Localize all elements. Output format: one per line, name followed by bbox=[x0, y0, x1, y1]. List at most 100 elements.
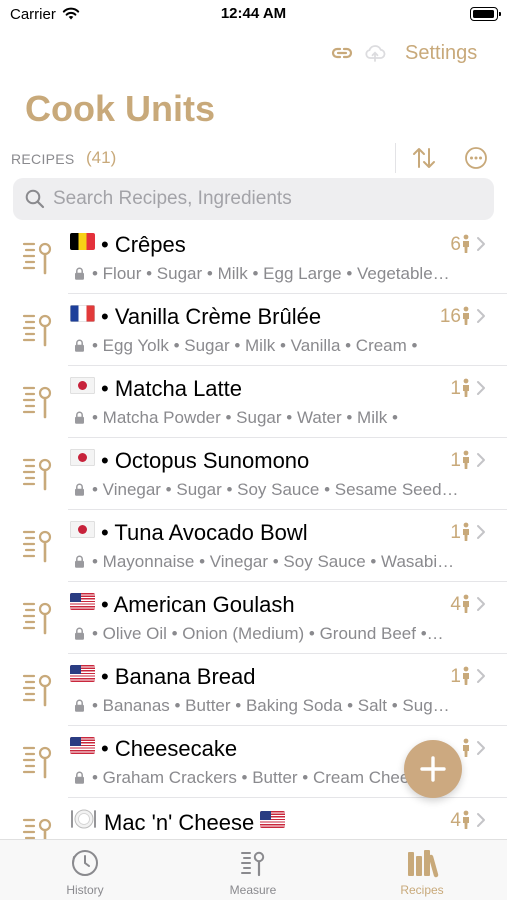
person-icon bbox=[463, 378, 469, 397]
clock-icon bbox=[72, 850, 98, 876]
recipe-ingredients: • Flour • Sugar • Milk • Egg Large • Veg… bbox=[74, 264, 486, 284]
lock-icon bbox=[75, 339, 84, 352]
lock-icon bbox=[75, 771, 84, 784]
recipe-row[interactable]: • Matcha Latte • Matcha Powder • Sugar • … bbox=[0, 366, 507, 438]
plus-icon bbox=[420, 756, 446, 782]
recipe-row[interactable]: • Vanilla Crème Brûlée • Egg Yolk • Sugar… bbox=[0, 294, 507, 366]
recipes-section-header: RECIPES (41) bbox=[0, 143, 507, 173]
status-bar: Carrier 12:44 AM bbox=[0, 0, 507, 30]
tab-measure[interactable]: Measure bbox=[193, 848, 313, 897]
recipe-row[interactable]: • American Goulash • Olive Oil • Onion (M… bbox=[0, 582, 507, 654]
recipe-ingredients-text: • Mayonnaise • Vinegar • Soy Sauce • Was… bbox=[92, 552, 455, 571]
recipe-title: • Matcha Latte bbox=[70, 376, 242, 402]
measure-icon bbox=[22, 314, 52, 347]
person-icon bbox=[463, 306, 469, 325]
servings-count: 1 bbox=[450, 522, 461, 543]
settings-button[interactable]: Settings bbox=[405, 42, 477, 65]
person-icon bbox=[463, 234, 469, 253]
recipe-title: • Banana Bread bbox=[70, 664, 255, 690]
servings-count: 1 bbox=[450, 378, 461, 399]
chevron-right-icon bbox=[477, 453, 485, 467]
recipe-ingredients-text: • Bananas • Butter • Baking Soda • Salt … bbox=[92, 696, 450, 715]
tab-recipes[interactable]: Recipes bbox=[362, 848, 482, 897]
recipe-ingredients: • Matcha Powder • Sugar • Water • Milk • bbox=[74, 408, 486, 428]
recipe-ingredients: • Mayonnaise • Vinegar • Soy Sauce • Was… bbox=[74, 552, 486, 572]
more-options-icon[interactable] bbox=[463, 145, 489, 171]
person-icon bbox=[463, 522, 469, 541]
flag-jp-icon bbox=[70, 521, 95, 538]
recipe-title: • Crêpes bbox=[70, 232, 186, 258]
recipe-ingredients: • Olive Oil • Onion (Medium) • Ground Be… bbox=[74, 624, 486, 644]
chevron-right-icon bbox=[477, 525, 485, 539]
flag-us-icon bbox=[70, 737, 95, 754]
recipe-title-text: • Crêpes bbox=[101, 232, 186, 257]
flag-jp-icon bbox=[70, 449, 95, 466]
person-icon bbox=[463, 450, 469, 469]
tab-history-label: History bbox=[66, 883, 104, 897]
recipe-row[interactable]: • Tuna Avocado Bowl • Mayonnaise • Vinega… bbox=[0, 510, 507, 582]
recipes-count: (41) bbox=[86, 148, 117, 167]
person-icon bbox=[463, 810, 469, 829]
recipe-row[interactable]: • Octopus Sunomono • Vinegar • Sugar • So… bbox=[0, 438, 507, 510]
flag-fr-icon bbox=[70, 305, 95, 322]
recipe-title-text: • Matcha Latte bbox=[101, 376, 243, 401]
recipe-title: • American Goulash bbox=[70, 592, 295, 618]
recipe-ingredients: • Bananas • Butter • Baking Soda • Salt … bbox=[74, 696, 486, 716]
measure-icon bbox=[22, 674, 52, 707]
lock-icon bbox=[75, 483, 84, 496]
servings-count: 4 bbox=[450, 594, 461, 615]
flag-jp-icon bbox=[70, 377, 95, 394]
cloud-upload-icon[interactable] bbox=[363, 42, 387, 64]
recipe-title: Mac 'n' Cheese bbox=[70, 808, 286, 836]
flag-be-icon bbox=[70, 233, 95, 250]
divider bbox=[395, 143, 396, 173]
chevron-right-icon bbox=[477, 309, 485, 323]
recipe-title-text: • Cheesecake bbox=[101, 736, 238, 761]
tab-bar: History Measure Recipes bbox=[0, 839, 507, 900]
lock-icon bbox=[75, 411, 84, 424]
recipe-title: • Tuna Avocado Bowl bbox=[70, 520, 308, 546]
top-toolbar: Settings bbox=[0, 36, 507, 72]
recipe-title-text: • Banana Bread bbox=[101, 664, 256, 689]
servings-count: 1 bbox=[450, 450, 461, 471]
recipe-ingredients-text: • Graham Crackers • Butter • Cream Chees… bbox=[92, 768, 455, 787]
flag-us-icon bbox=[70, 665, 95, 682]
recipe-title: • Cheesecake bbox=[70, 736, 237, 762]
recipe-title-text: • Vanilla Crème Brûlée bbox=[101, 304, 322, 329]
servings-count: 4 bbox=[450, 810, 461, 831]
page-title: Cook Units bbox=[25, 88, 216, 129]
recipe-ingredients-text: • Flour • Sugar • Milk • Egg Large • Veg… bbox=[92, 264, 450, 283]
link-icon[interactable] bbox=[330, 42, 354, 64]
tab-history[interactable]: History bbox=[25, 848, 145, 897]
recipe-title: • Vanilla Crème Brûlée bbox=[70, 304, 321, 330]
chevron-right-icon bbox=[477, 597, 485, 611]
books-icon bbox=[408, 850, 439, 878]
search-input[interactable] bbox=[53, 178, 483, 220]
recipe-ingredients-text: • Olive Oil • Onion (Medium) • Ground Be… bbox=[92, 624, 444, 643]
measure-icon bbox=[22, 602, 52, 635]
chevron-right-icon bbox=[477, 813, 485, 827]
tab-recipes-label: Recipes bbox=[400, 883, 444, 897]
servings-count: 6 bbox=[450, 234, 461, 255]
measure-icon bbox=[22, 386, 52, 419]
lock-icon bbox=[75, 627, 84, 640]
recipe-row[interactable]: • Crêpes • Flour • Sugar • Milk • Egg Lar… bbox=[0, 222, 507, 294]
sort-icon[interactable] bbox=[410, 145, 438, 171]
chevron-right-icon bbox=[477, 381, 485, 395]
flag-us-icon bbox=[70, 593, 95, 610]
recipe-row[interactable]: • Banana Bread • Bananas • Butter • Bakin… bbox=[0, 654, 507, 726]
measure-icon bbox=[22, 530, 52, 563]
search-bar[interactable] bbox=[13, 178, 494, 220]
tab-measure-label: Measure bbox=[229, 883, 277, 897]
recipe-ingredients: • Egg Yolk • Sugar • Milk • Vanilla • Cr… bbox=[74, 336, 486, 356]
search-icon bbox=[25, 189, 45, 209]
recipe-title-text: Mac 'n' Cheese bbox=[104, 810, 255, 835]
lock-icon bbox=[75, 267, 84, 280]
flag-us-icon bbox=[260, 811, 286, 828]
chevron-right-icon bbox=[477, 741, 485, 755]
add-recipe-button[interactable] bbox=[404, 740, 462, 798]
recipes-label: RECIPES bbox=[11, 151, 75, 167]
lock-icon bbox=[75, 699, 84, 712]
recipe-ingredients-text: • Vinegar • Sugar • Soy Sauce • Sesame S… bbox=[92, 480, 459, 499]
person-icon bbox=[463, 666, 469, 685]
